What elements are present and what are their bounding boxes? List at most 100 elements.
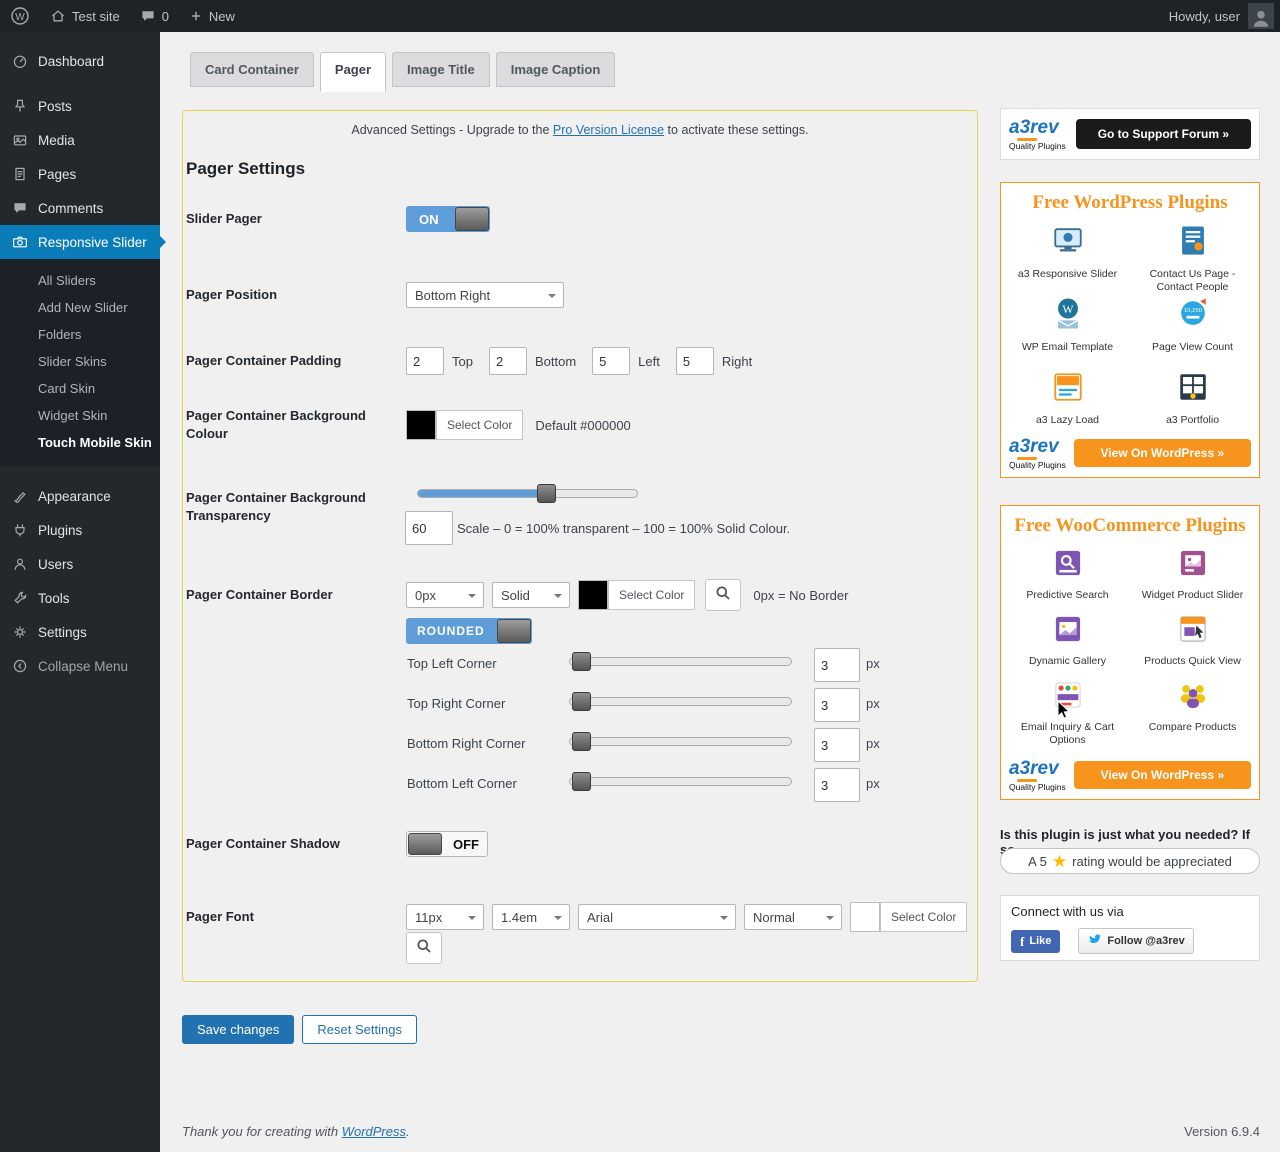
bg-select-color-button[interactable]: Select Color xyxy=(436,410,523,440)
pager-position-select[interactable]: Bottom Right xyxy=(406,282,564,308)
padding-left-input[interactable] xyxy=(592,347,630,375)
slider-pager-toggle[interactable]: ON xyxy=(406,206,490,232)
site-name-link[interactable]: Test site xyxy=(40,0,130,32)
new-label: New xyxy=(209,9,235,24)
support-forum-button[interactable]: Go to Support Forum » xyxy=(1076,119,1251,149)
corner-slider[interactable] xyxy=(569,697,792,706)
corner-slider[interactable] xyxy=(569,657,792,666)
plugin-page-view-count[interactable]: 10,250 Page View Count xyxy=(1130,291,1255,364)
svg-text:10,250: 10,250 xyxy=(1183,308,1202,314)
font-family-select[interactable]: Arial xyxy=(578,904,736,930)
tab-pager[interactable]: Pager xyxy=(320,52,386,92)
rounded-toggle[interactable]: ROUNDED xyxy=(406,618,532,644)
border-preview-button[interactable] xyxy=(705,579,741,611)
field-bg-colour: Pager Container Background Colour Select… xyxy=(186,407,974,443)
plugin-widget-product-slider[interactable]: Widget Product Slider xyxy=(1130,541,1255,607)
corner-slider[interactable] xyxy=(569,737,792,746)
toggle-knob[interactable] xyxy=(408,833,442,855)
plugin-caption: a3 Responsive Slider xyxy=(1009,268,1126,281)
submenu-folders[interactable]: Folders xyxy=(0,321,160,348)
facebook-like-button[interactable]: f Like xyxy=(1011,930,1060,953)
corner-slider-handle[interactable] xyxy=(572,732,591,751)
wordpress-logo-menu[interactable]: W xyxy=(0,0,40,32)
corner-value-input[interactable] xyxy=(814,648,860,682)
toggle-knob[interactable] xyxy=(497,619,531,643)
submenu-add-new-slider[interactable]: Add New Slider xyxy=(0,294,160,321)
plugin-predictive-search[interactable]: Predictive Search xyxy=(1005,541,1130,607)
submenu-card-skin[interactable]: Card Skin xyxy=(0,375,160,402)
font-preview-button[interactable] xyxy=(406,932,442,964)
toggle-off-label: OFF xyxy=(453,837,479,852)
save-changes-button[interactable]: Save changes xyxy=(182,1015,294,1044)
submenu-slider-skins[interactable]: Slider Skins xyxy=(0,348,160,375)
sidebar-item-pages[interactable]: Pages xyxy=(0,157,160,191)
sidebar-item-posts[interactable]: Posts xyxy=(0,89,160,123)
plugin-a3-portfolio[interactable]: a3 Portfolio xyxy=(1130,364,1255,437)
comments-bubble[interactable]: 0 xyxy=(130,0,179,32)
howdy-text[interactable]: Howdy, user xyxy=(1169,9,1240,24)
sidebar-item-plugins[interactable]: Plugins xyxy=(0,513,160,547)
padding-top-input[interactable] xyxy=(406,347,444,375)
view-on-wordpress-button[interactable]: View On WordPress » xyxy=(1074,439,1251,467)
font-select-color-button[interactable]: Select Color xyxy=(880,902,967,932)
plugin-a3-lazy-load[interactable]: a3 Lazy Load xyxy=(1005,364,1130,437)
border-select-color-button[interactable]: Select Color xyxy=(608,580,695,610)
corner-slider[interactable] xyxy=(569,777,792,786)
sidebar-item-tools[interactable]: Tools xyxy=(0,581,160,615)
padding-bottom-input[interactable] xyxy=(489,347,527,375)
sidebar-item-settings[interactable]: Settings xyxy=(0,615,160,649)
view-on-wordpress-button[interactable]: View On WordPress » xyxy=(1074,761,1251,789)
plugin-caption: Widget Product Slider xyxy=(1134,589,1251,602)
sidebar-item-dashboard[interactable]: Dashboard xyxy=(0,44,160,78)
bg-colour-swatch[interactable] xyxy=(406,410,436,440)
border-style-select[interactable]: Solid xyxy=(492,582,570,608)
tab-image-title[interactable]: Image Title xyxy=(392,52,490,87)
corner-slider-handle[interactable] xyxy=(572,692,591,711)
corner-value-input[interactable] xyxy=(814,768,860,802)
font-size-select[interactable]: 11px xyxy=(406,904,484,930)
new-content-menu[interactable]: New xyxy=(179,0,245,32)
submenu-all-sliders[interactable]: All Sliders xyxy=(0,267,160,294)
corner-slider-handle[interactable] xyxy=(572,772,591,791)
sidebar-item-comments[interactable]: Comments xyxy=(0,191,160,225)
sidebar-item-users[interactable]: Users xyxy=(0,547,160,581)
sidebar-item-media[interactable]: Media xyxy=(0,123,160,157)
corner-value-input[interactable] xyxy=(814,728,860,762)
plugin-wp-email-template[interactable]: W WP Email Template xyxy=(1005,291,1130,364)
transparency-input[interactable] xyxy=(405,511,453,545)
sidebar-item-responsive-slider[interactable]: Responsive Slider xyxy=(0,225,160,259)
border-width-select[interactable]: 0px xyxy=(406,582,484,608)
padding-right-input[interactable] xyxy=(676,347,714,375)
font-colour-swatch[interactable] xyxy=(850,902,880,932)
font-line-height-select[interactable]: 1.4em xyxy=(492,904,570,930)
twitter-follow-button[interactable]: Follow @a3rev xyxy=(1078,928,1193,954)
collapse-menu-button[interactable]: Collapse Menu xyxy=(0,649,160,683)
avatar[interactable] xyxy=(1248,3,1274,29)
reset-settings-button[interactable]: Reset Settings xyxy=(302,1015,417,1044)
plugin-dynamic-gallery[interactable]: Dynamic Gallery xyxy=(1005,607,1130,673)
page-view-plugin-icon: 10,250 xyxy=(1172,321,1214,338)
corner-slider-handle[interactable] xyxy=(572,652,591,671)
tab-image-caption[interactable]: Image Caption xyxy=(496,52,616,87)
corner-value-input[interactable] xyxy=(814,688,860,722)
transparency-slider[interactable] xyxy=(417,489,638,498)
tab-card-container[interactable]: Card Container xyxy=(190,52,314,87)
transparency-slider-handle[interactable] xyxy=(537,484,556,503)
a3rev-logo-text: a3rev xyxy=(1009,759,1066,782)
plugin-contact-us-page[interactable]: Contact Us Page - Contact People xyxy=(1130,218,1255,291)
plugin-a3-responsive-slider[interactable]: a3 Responsive Slider xyxy=(1005,218,1130,291)
submenu-touch-mobile-skin[interactable]: Touch Mobile Skin xyxy=(0,429,160,456)
site-name: Test site xyxy=(72,9,120,24)
sidebar-item-label: Appearance xyxy=(38,489,111,504)
font-weight-select[interactable]: Normal xyxy=(744,904,842,930)
toggle-knob[interactable] xyxy=(455,207,489,231)
shadow-toggle[interactable]: OFF xyxy=(406,831,488,857)
sidebar-item-appearance[interactable]: Appearance xyxy=(0,479,160,513)
pro-version-license-link[interactable]: Pro Version License xyxy=(553,123,664,137)
plugin-products-quick-view[interactable]: Products Quick View xyxy=(1130,607,1255,673)
plugin-compare-products[interactable]: Compare Products xyxy=(1130,673,1255,739)
border-colour-swatch[interactable] xyxy=(578,580,608,610)
wordpress-link[interactable]: WordPress xyxy=(342,1124,406,1139)
pager-border-label: Pager Container Border xyxy=(186,586,403,604)
submenu-widget-skin[interactable]: Widget Skin xyxy=(0,402,160,429)
